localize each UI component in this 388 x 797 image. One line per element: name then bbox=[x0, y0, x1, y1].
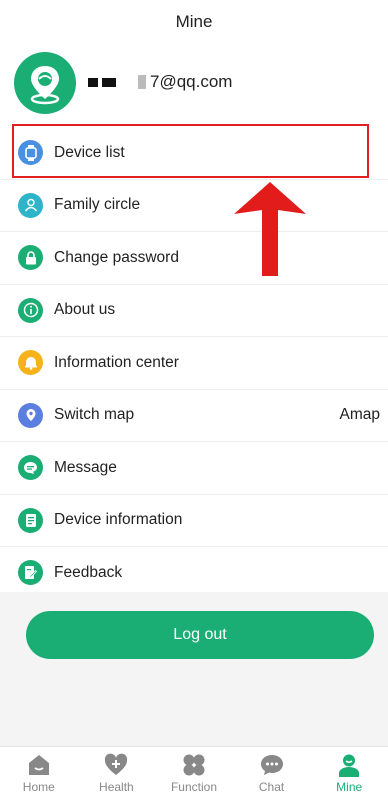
tab-label: Home bbox=[22, 780, 55, 794]
home-icon bbox=[28, 755, 49, 775]
profile-email: 7@qq.com bbox=[88, 72, 232, 92]
menu-item-information-center[interactable]: Information center bbox=[0, 337, 388, 390]
tab-health[interactable]: Health bbox=[78, 747, 156, 797]
tab-label: Health bbox=[99, 780, 134, 794]
location-pin-logo-icon bbox=[30, 66, 60, 105]
menu-item-message[interactable]: Message bbox=[0, 442, 388, 495]
menu-item-label: Change password bbox=[54, 248, 179, 266]
tab-label: Function bbox=[170, 780, 217, 794]
heart-plus-icon bbox=[105, 753, 128, 775]
user-icon bbox=[18, 192, 43, 218]
bottom-tab-bar: Home Health Function Chat Mine bbox=[0, 746, 388, 797]
page-title-text: Mine bbox=[175, 12, 213, 31]
email-text: 7@qq.com bbox=[150, 72, 233, 91]
page-title: Mine bbox=[0, 0, 388, 44]
chat-bubble-icon bbox=[18, 455, 43, 481]
settings-menu: Device list Family circle Change passwor… bbox=[0, 127, 388, 599]
edit-icon bbox=[18, 560, 43, 586]
logout-label: Log out bbox=[173, 626, 227, 643]
avatar[interactable] bbox=[14, 52, 76, 114]
tab-label: Chat bbox=[258, 780, 285, 794]
chat-icon bbox=[260, 755, 283, 775]
tab-label: Mine bbox=[336, 780, 363, 794]
redacted-text bbox=[88, 77, 98, 87]
menu-item-label: About us bbox=[54, 301, 116, 319]
redacted-text bbox=[138, 75, 146, 89]
menu-item-feedback[interactable]: Feedback bbox=[0, 547, 388, 599]
menu-item-change-password[interactable]: Change password bbox=[0, 232, 388, 285]
lock-icon bbox=[18, 245, 43, 271]
menu-item-about-us[interactable]: About us bbox=[0, 285, 388, 337]
info-icon bbox=[18, 297, 43, 323]
red-arrow-annotation bbox=[234, 182, 306, 276]
bell-icon bbox=[18, 350, 43, 376]
tab-function[interactable]: Function bbox=[155, 747, 233, 797]
logout-button[interactable]: Log out bbox=[26, 611, 374, 659]
map-pin-icon bbox=[18, 402, 43, 428]
menu-item-label: Message bbox=[54, 458, 117, 476]
tab-home[interactable]: Home bbox=[0, 747, 78, 797]
menu-item-label: Family circle bbox=[54, 196, 141, 214]
menu-item-device-information[interactable]: Device information bbox=[0, 495, 388, 547]
menu-item-family-circle[interactable]: Family circle bbox=[0, 180, 388, 232]
profile-section[interactable]: 7@qq.com bbox=[0, 44, 388, 122]
tab-mine[interactable]: Mine bbox=[310, 747, 388, 797]
menu-item-label: Device information bbox=[54, 511, 183, 529]
menu-item-switch-map[interactable]: Switch map Amap bbox=[0, 390, 388, 442]
map-provider-value: Amap bbox=[339, 406, 381, 424]
document-icon bbox=[18, 507, 43, 533]
menu-item-label: Switch map bbox=[54, 406, 135, 424]
menu-item-label: Information center bbox=[54, 353, 179, 371]
tab-chat[interactable]: Chat bbox=[233, 747, 311, 797]
menu-item-label: Feedback bbox=[54, 563, 123, 581]
person-icon bbox=[339, 754, 360, 777]
highlight-box bbox=[12, 124, 369, 178]
redacted-text bbox=[102, 77, 116, 87]
grid-icon bbox=[183, 754, 205, 776]
